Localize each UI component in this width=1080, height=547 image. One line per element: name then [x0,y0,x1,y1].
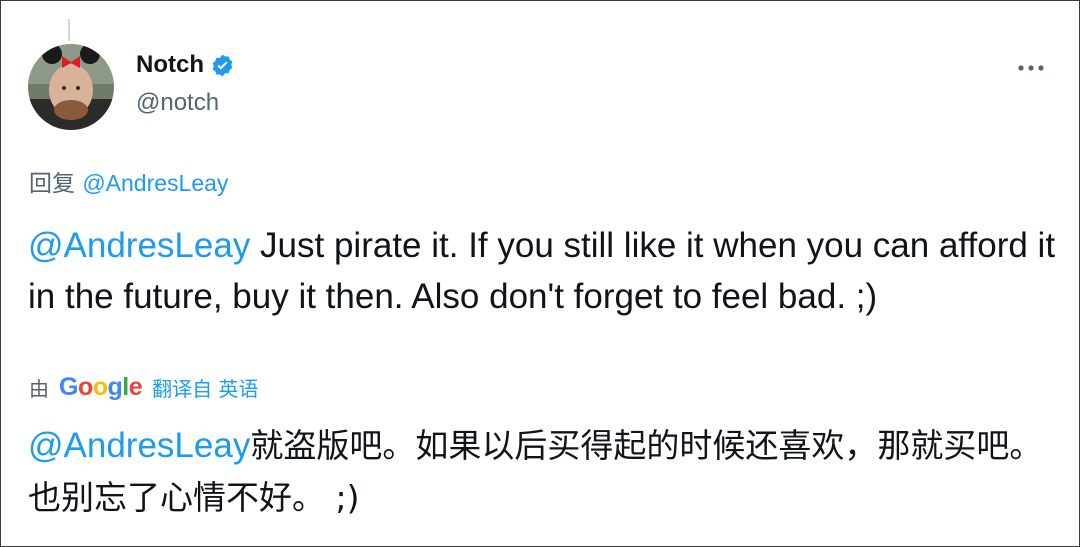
tweet-text: @AndresLeay Just pirate it. If you still… [28,220,1058,322]
author-name[interactable]: Notch [136,51,204,79]
google-logo: Google [59,373,143,401]
more-dots-icon [1018,65,1044,71]
replying-to-mention-link[interactable]: @AndresLeay [82,170,228,196]
replying-to: 回复 @AndresLeay [29,164,228,198]
tweet-mention-link[interactable]: @AndresLeay [28,226,250,265]
thread-connector-line [68,19,70,41]
translated-mention-link[interactable]: @AndresLeay [28,426,250,465]
translated-from-link[interactable]: 翻译自 英语 [152,373,258,402]
more-options-button[interactable] [1013,51,1049,85]
author-name-row: Notch [136,51,235,79]
tweet-card: Notch @notch 回复 @AndresLeay @AndresLeay … [0,0,1080,547]
author-handle[interactable]: @notch [136,89,219,117]
verified-badge-icon [210,53,235,78]
translated-text: @AndresLeay就盗版吧。如果以后买得起的时候还喜欢，那就买吧。也别忘了心… [28,420,1058,524]
avatar[interactable] [28,44,114,130]
translation-attribution: 由 Google 翻译自 英语 [29,373,259,402]
translated-by-label: 由 [29,377,49,401]
replying-to-prefix: 回复 [29,171,75,197]
avatar-photo-icon [28,44,114,130]
